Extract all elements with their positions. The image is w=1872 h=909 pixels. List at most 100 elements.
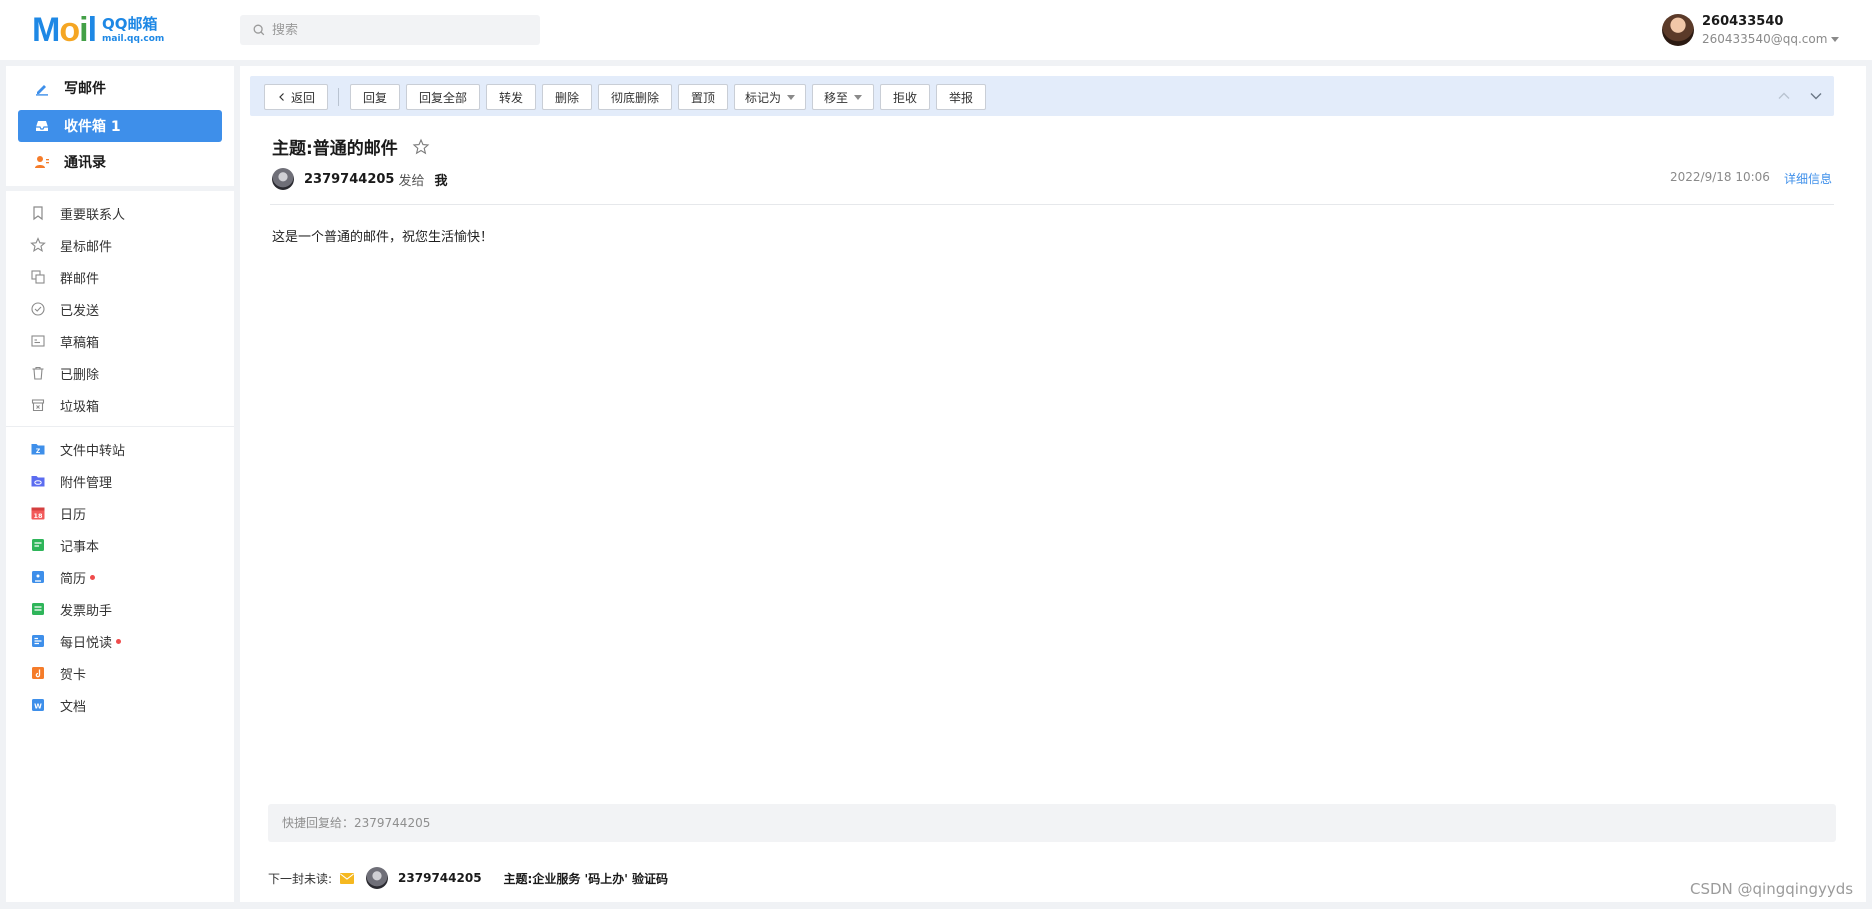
logo-domain: mail.qq.com [102,33,165,44]
previous-mail-icon[interactable] [1776,88,1792,104]
pen-icon [36,85,48,96]
sidebar-item-sent[interactable]: 已发送 [30,297,99,321]
toolbar-divider [338,88,339,106]
sidebar-item-deleted[interactable]: 已删除 [30,361,99,385]
sidebar-item-label: 记事本 [60,539,100,555]
sidebar-item-label: 已删除 [60,367,100,383]
sidebar-item-notepad[interactable]: 记事本 [30,533,99,557]
next-unread-bar[interactable]: 下一封未读: 2379744205 主题:企业服务 '码上办' 验证码 [268,866,668,890]
header-divider [270,204,1834,205]
sidebar-item-label: 文件中转站 [60,443,126,459]
sidebar-item-spam[interactable]: 垃圾箱 [30,393,99,417]
mail-toolbar: 返回 回复 回复全部 转发 删除 彻底删除 置顶 标记为 移至 拒收 举报 [250,76,1834,116]
svg-text:18: 18 [33,512,43,520]
sidebar-item-label: 群邮件 [60,271,100,287]
sender-avatar[interactable] [272,168,294,190]
mail-subject: 主题:普通的邮件 [272,134,430,159]
next-mail-subject[interactable]: 主题:企业服务 '码上办' 验证码 [504,870,669,887]
svg-text:Z: Z [36,448,41,455]
reading-icon [32,635,44,647]
chevron-down-icon[interactable] [1831,36,1840,42]
sidebar-item-greeting-card[interactable]: 贺卡 [30,661,86,685]
search-box[interactable] [240,15,540,45]
attachment-icon [31,476,45,487]
sidebar-item-important-contacts[interactable]: 重要联系人 [30,201,125,225]
spam-icon [31,399,45,412]
forward-button[interactable]: 转发 [486,84,536,110]
delete-permanently-button[interactable]: 彻底删除 [598,84,672,110]
quick-reply-box[interactable] [268,804,1836,842]
unread-dot [90,574,96,580]
star-icon[interactable] [412,138,430,156]
svg-text:W: W [34,703,42,711]
sidebar-item-file-transfer[interactable]: Z 文件中转站 [30,437,125,461]
chevron-left-icon [279,93,284,101]
sidebar-item-contacts[interactable]: 通讯录 [18,146,222,178]
envelope-icon [340,872,355,884]
sidebar-item-attachments[interactable]: 附件管理 [30,469,112,493]
recipient-name[interactable]: 我 [434,170,447,189]
bookmark-icon [33,206,43,221]
draft-icon [31,335,45,347]
reply-all-button[interactable]: 回复全部 [406,84,480,110]
avatar[interactable] [1662,14,1694,46]
sidebar-item-label: 文档 [60,699,87,715]
move-to-dropdown[interactable]: 移至 [812,84,874,110]
reject-button[interactable]: 拒收 [880,84,930,110]
pin-button[interactable]: 置顶 [678,84,728,110]
mail-body: 这是一个普通的邮件，祝您生活愉快！ [272,230,494,245]
watermark: CSDN @qingqingyyds [1690,880,1854,898]
sidebar-divider [6,426,234,427]
sidebar-item-label: 附件管理 [60,475,113,491]
detail-info-link[interactable]: 详细信息 [1784,170,1832,187]
group-mail-icon [31,270,45,284]
file-transfer-icon: Z [31,444,45,455]
sidebar-item-label: 重要联系人 [60,207,126,223]
qq-mail-logo[interactable]: Moil QQ邮箱 mail.qq.com [32,12,164,48]
logo-wordmark: Moil [32,11,97,49]
next-mail-icon[interactable] [1808,88,1824,104]
report-button[interactable]: 举报 [936,84,986,110]
sidebar-item-label: 简历 [60,571,87,587]
logo-title: QQ邮箱 [102,14,158,33]
user-account[interactable]: 260433540 260433540@qq.com [1662,14,1840,46]
check-circle-icon [31,302,45,316]
sidebar-item-label: 发票助手 [60,603,113,619]
inbox-icon [36,121,48,131]
quick-reply-input[interactable] [282,816,1782,830]
user-name: 260433540 [1702,14,1784,29]
sidebar-main: 写邮件 收件箱 1 通讯录 [6,66,234,186]
sidebar-item-compose[interactable]: 写邮件 [18,72,222,104]
search-input[interactable] [272,22,512,38]
sidebar-item-label: 贺卡 [60,667,87,683]
sidebar-item-inbox[interactable]: 收件箱 1 [18,110,222,142]
delete-button[interactable]: 删除 [542,84,592,110]
greeting-card-icon [32,667,44,679]
sidebar-item-calendar[interactable]: 18 日历 [30,501,86,525]
sidebar-item-starred[interactable]: 星标邮件 [30,233,112,257]
next-unread-label: 下一封未读: [268,871,333,886]
sidebar-item-label: 垃圾箱 [60,399,100,415]
sidebar-item-drafts[interactable]: 草稿箱 [30,329,99,353]
mail-header: 2379744205 发给 我 [272,168,448,190]
sent-to-label: 发给 [398,173,425,189]
back-button[interactable]: 返回 [264,84,328,110]
top-bar: Moil QQ邮箱 mail.qq.com 260433540 26043354… [0,0,1872,60]
next-sender-name[interactable]: 2379744205 [398,871,482,885]
sidebar-folders: 重要联系人 星标邮件 群邮件 已发送 草稿箱 已删除 垃圾箱 Z 文件中转站 附… [6,191,234,902]
reply-button[interactable]: 回复 [350,84,400,110]
sidebar-item-documents[interactable]: W 文档 [30,693,86,717]
trash-icon [32,366,44,380]
search-icon [253,24,265,36]
move-to-label: 移至 [823,90,848,105]
sender-name[interactable]: 2379744205 [304,172,394,187]
sidebar-item-invoice[interactable]: 发票助手 [30,597,112,621]
user-email: 260433540@qq.com [1702,32,1828,46]
mark-as-dropdown[interactable]: 标记为 [734,84,806,110]
sidebar-item-resume[interactable]: 简历 [30,565,96,589]
mark-as-label: 标记为 [744,90,781,105]
sidebar-item-group-mail[interactable]: 群邮件 [30,265,99,289]
page-title: 主题:普通的邮件 [272,139,398,159]
sidebar-item-daily-reading[interactable]: 每日悦读 [30,629,122,653]
contacts-icon [35,156,49,168]
